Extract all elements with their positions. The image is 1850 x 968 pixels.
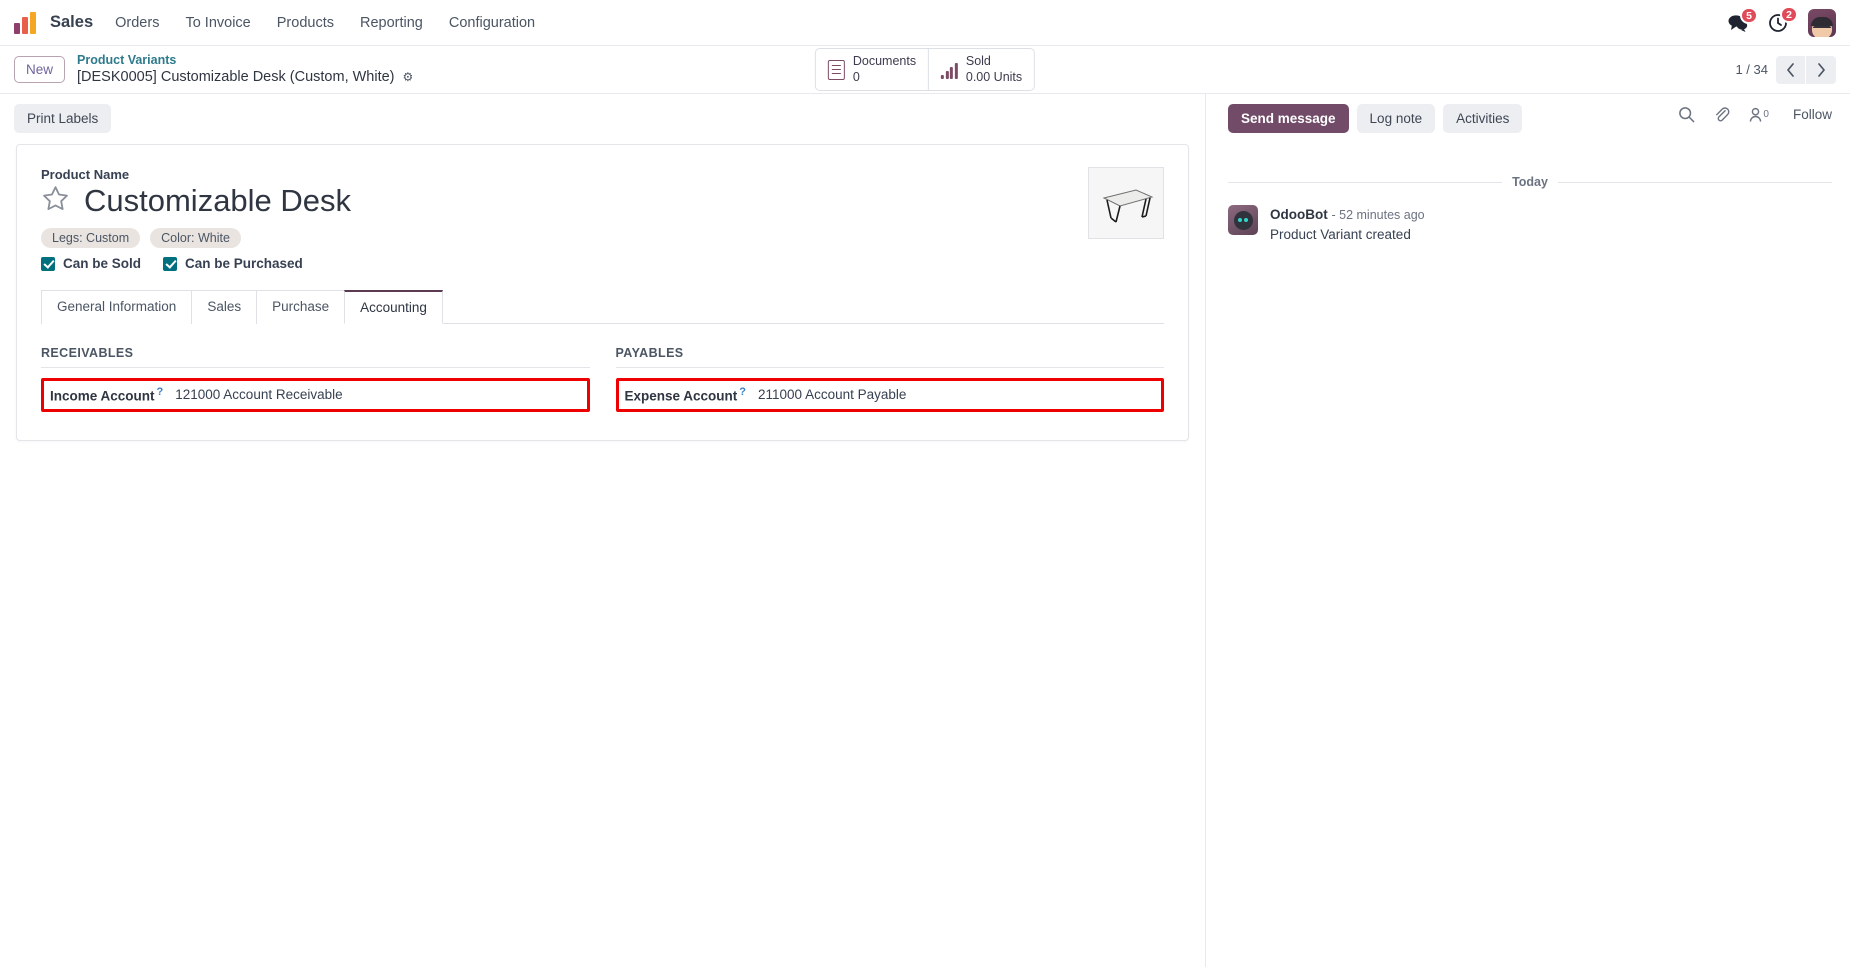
can-be-purchased-label: Can be Purchased xyxy=(185,256,303,272)
user-icon xyxy=(1750,107,1762,122)
income-account-label: Income Account? xyxy=(50,386,164,404)
control-panel: New Product Variants [DESK0005] Customiz… xyxy=(0,46,1850,94)
new-button[interactable]: New xyxy=(14,56,66,83)
expense-account-field[interactable]: Expense Account? 211000 Account Payable xyxy=(615,378,1164,412)
message-author[interactable]: OdooBot xyxy=(1270,207,1328,222)
followers-count: 0 xyxy=(1763,109,1769,120)
send-message-button[interactable]: Send message xyxy=(1228,104,1349,133)
tag-legs: Legs: Custom xyxy=(41,228,141,249)
stat-button-documents[interactable]: Documents 0 xyxy=(816,48,930,91)
income-account-value[interactable]: 121000 Account Receivable xyxy=(175,387,342,402)
chevron-right-icon xyxy=(1817,62,1825,77)
product-name-label: Product Name xyxy=(41,167,130,182)
help-icon[interactable]: ? xyxy=(157,386,164,398)
avatar[interactable] xyxy=(1808,9,1836,37)
print-labels-button[interactable]: Print Labels xyxy=(14,104,112,133)
breadcrumb: Product Variants [DESK0005] Customizable… xyxy=(77,53,413,87)
top-navbar: Sales Orders To Invoice Products Reporti… xyxy=(0,0,1850,46)
accounting-tab-content: RECEIVABLES Income Account? 121000 Accou… xyxy=(17,324,1188,440)
message-body: Product Variant created xyxy=(1270,226,1411,242)
odoobot-avatar xyxy=(1228,205,1258,235)
follow-button[interactable]: Follow xyxy=(1793,107,1832,122)
activities-button[interactable]: 2 xyxy=(1768,6,1798,33)
statusbar: Print Labels xyxy=(0,94,1205,141)
receivables-title: RECEIVABLES xyxy=(41,346,590,369)
chatter-toolbar: Send message Log note Activities 0 Follo… xyxy=(1228,104,1832,145)
expense-account-value[interactable]: 211000 Account Payable xyxy=(758,387,906,402)
stat-value-sold: 0.00 Units xyxy=(965,69,1023,84)
payables-group: PAYABLES Expense Account? 211000 Account… xyxy=(615,346,1164,412)
date-divider-label: Today xyxy=(1512,175,1548,189)
breadcrumb-current-label: [DESK0005] Customizable Desk (Custom, Wh… xyxy=(77,69,395,86)
variant-tags: Legs: Custom Color: White xyxy=(41,228,1164,249)
pager-counter: 1 / 34 xyxy=(1735,62,1768,77)
followers-button[interactable]: 0 xyxy=(1748,107,1769,123)
can-be-sold-checkbox[interactable]: Can be Sold xyxy=(41,256,141,271)
navbar-right-group: 5 2 xyxy=(1728,0,1836,46)
search-icon[interactable] xyxy=(1678,106,1695,123)
stat-label-documents: Documents xyxy=(852,53,917,68)
form-view: Print Labels Product Name Customizable D… xyxy=(0,94,1206,967)
tab-general-information[interactable]: General Information xyxy=(41,290,192,325)
nav-menu: Orders To Invoice Products Reporting Con… xyxy=(115,15,535,31)
messages-badge: 5 xyxy=(1740,7,1758,24)
nav-item-to-invoice[interactable]: To Invoice xyxy=(185,15,250,31)
activities-badge: 2 xyxy=(1780,6,1798,23)
star-outline-icon[interactable] xyxy=(41,184,70,218)
expense-account-label: Expense Account? xyxy=(624,386,747,404)
chatter-actions: 0 Follow xyxy=(1678,106,1832,123)
can-be-sold-label: Can be Sold xyxy=(63,256,142,272)
nav-app-name[interactable]: Sales xyxy=(50,13,93,32)
nav-item-reporting[interactable]: Reporting xyxy=(360,15,423,31)
nav-item-products[interactable]: Products xyxy=(277,15,334,31)
payables-title: PAYABLES xyxy=(615,346,1164,369)
sheet-header: Product Name Customizable Desk Legs: Cus… xyxy=(17,145,1188,275)
checkbox-checked-icon[interactable] xyxy=(41,256,55,271)
document-icon xyxy=(827,59,845,80)
desk-product-image[interactable] xyxy=(1088,167,1164,239)
tab-accounting[interactable]: Accounting xyxy=(344,290,443,325)
breadcrumb-current: [DESK0005] Customizable Desk (Custom, Wh… xyxy=(77,68,413,86)
log-note-button[interactable]: Log note xyxy=(1356,104,1436,133)
help-icon[interactable]: ? xyxy=(739,386,746,398)
stat-value-documents: 0 xyxy=(852,69,860,84)
form-sheet: Product Name Customizable Desk Legs: Cus… xyxy=(16,144,1189,441)
form-tabs: General Information Sales Purchase Accou… xyxy=(41,289,1164,325)
date-divider: Today xyxy=(1228,175,1833,189)
stat-label-sold: Sold xyxy=(965,53,991,68)
message-timestamp: - 52 minutes ago xyxy=(1331,208,1425,222)
tag-color: Color: White xyxy=(150,228,241,249)
pager-previous-button[interactable] xyxy=(1776,55,1806,84)
product-flags: Can be Sold Can be Purchased xyxy=(41,256,1164,271)
breadcrumb-parent-link[interactable]: Product Variants xyxy=(77,53,413,69)
stat-button-sold[interactable]: Sold 0.00 Units xyxy=(929,49,1034,90)
stat-buttons: Documents 0 Sold 0.00 Units xyxy=(814,47,1036,92)
pager: 1 / 34 xyxy=(1735,55,1836,84)
pager-next-button[interactable] xyxy=(1806,55,1836,84)
chatter-panel: Send message Log note Activities 0 Follo… xyxy=(1206,94,1850,967)
tab-purchase[interactable]: Purchase xyxy=(256,290,345,325)
receivables-group: RECEIVABLES Income Account? 121000 Accou… xyxy=(41,346,590,412)
gear-icon[interactable]: ⚙ xyxy=(403,70,414,85)
income-account-field[interactable]: Income Account? 121000 Account Receivabl… xyxy=(41,378,590,412)
tab-sales[interactable]: Sales xyxy=(191,290,257,325)
chevron-left-icon xyxy=(1787,62,1794,77)
checkbox-checked-icon[interactable] xyxy=(163,256,178,271)
chatter-message: OdooBot - 52 minutes ago Product Variant… xyxy=(1228,205,1832,244)
bar-chart-icon xyxy=(941,61,958,79)
can-be-purchased-checkbox[interactable]: Can be Purchased xyxy=(163,256,303,271)
odoo-bars-logo[interactable] xyxy=(14,11,40,34)
page-body: Print Labels Product Name Customizable D… xyxy=(0,94,1850,967)
activities-button[interactable]: Activities xyxy=(1443,104,1523,133)
page-title: Customizable Desk xyxy=(84,183,352,218)
paperclip-icon[interactable] xyxy=(1713,106,1730,123)
nav-item-configuration[interactable]: Configuration xyxy=(449,15,535,31)
messages-button[interactable]: 5 xyxy=(1728,7,1758,32)
nav-item-orders[interactable]: Orders xyxy=(115,15,159,31)
